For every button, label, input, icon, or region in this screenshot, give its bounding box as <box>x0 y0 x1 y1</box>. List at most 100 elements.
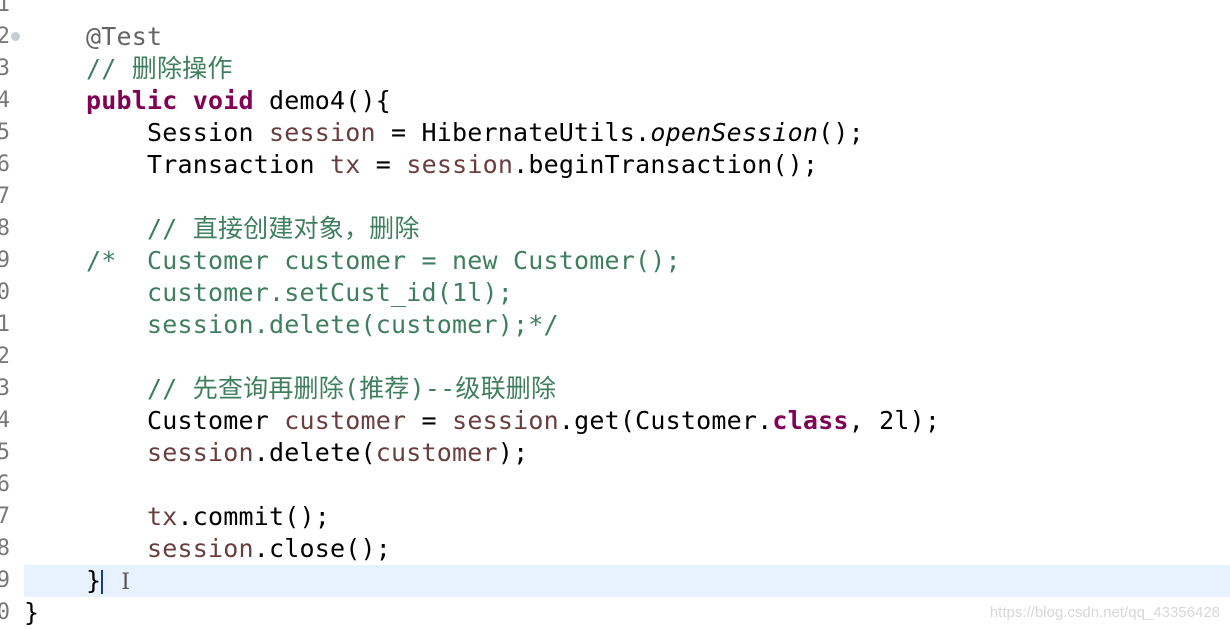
code-token: session <box>147 438 254 467</box>
code-token: @Test <box>86 22 163 51</box>
code-text: session.delete(customer);*/ <box>24 309 559 341</box>
code-line[interactable]: 9} I <box>0 565 1230 597</box>
current-line-highlight <box>24 565 1230 597</box>
code-token: .get(Customer. <box>558 406 773 435</box>
line-number: 5 <box>0 440 10 465</box>
code-text: tx.commit(); <box>24 501 330 533</box>
code-text: Session session = HibernateUtils.openSes… <box>24 117 864 149</box>
code-token: // 直接创建对象，删除 <box>86 214 420 243</box>
line-number: 8 <box>0 536 10 561</box>
code-text: customer.setCust_id(1l); <box>24 277 513 309</box>
code-token: } <box>24 598 40 627</box>
ibeam-cursor-icon: I <box>121 570 131 595</box>
code-token: session <box>269 118 376 147</box>
code-line[interactable]: 6 <box>0 469 1230 501</box>
code-token: .delete( <box>253 438 376 467</box>
code-line[interactable]: 7 tx.commit(); <box>0 501 1230 533</box>
code-token: = <box>406 406 453 435</box>
code-token: .commit(); <box>177 502 331 531</box>
code-token: .close(); <box>253 534 392 563</box>
code-line[interactable]: 6 Transaction tx = session.beginTransact… <box>0 149 1230 181</box>
code-line[interactable]: 7 <box>0 181 1230 213</box>
line-number: 0 <box>0 280 10 305</box>
code-text: Customer customer = session.get(Customer… <box>24 405 940 437</box>
code-token: session <box>406 150 514 179</box>
code-token: Customer <box>86 406 285 435</box>
code-token: = HibernateUtils. <box>375 118 651 147</box>
line-number: 3 <box>0 56 10 81</box>
code-line[interactable]: 2 @Test <box>0 21 1230 53</box>
code-token: tx <box>330 150 361 179</box>
line-number: 3 <box>0 376 10 401</box>
line-number: 9 <box>0 248 10 273</box>
code-text: // 先查询再删除(推荐)--级联删除 <box>24 373 556 405</box>
line-number: 6 <box>0 472 10 497</box>
code-token: tx <box>147 502 178 531</box>
code-line[interactable]: 4 Customer customer = session.get(Custom… <box>0 405 1230 437</box>
code-token: void <box>192 86 254 115</box>
code-line[interactable]: 3 // 删除操作 <box>0 53 1230 85</box>
code-line[interactable]: 1 session.delete(customer);*/ <box>0 309 1230 341</box>
line-number: 0 <box>0 600 10 625</box>
code-token: demo4(){ <box>253 86 392 115</box>
line-number: 7 <box>0 184 10 209</box>
code-token: openSession <box>650 118 819 147</box>
code-line[interactable]: 8 session.close(); <box>0 533 1230 565</box>
line-number: 9 <box>0 568 10 593</box>
code-token: // 删除操作 <box>86 54 233 83</box>
code-line[interactable]: 5 Session session = HibernateUtils.openS… <box>0 117 1230 149</box>
line-number: 7 <box>0 504 10 529</box>
fold-toggle-icon[interactable] <box>11 32 20 41</box>
code-token: session <box>452 406 559 435</box>
code-token: (); <box>818 118 864 147</box>
code-token: .beginTransaction(); <box>513 150 819 179</box>
text-caret <box>101 570 104 594</box>
code-token: // 先查询再删除(推荐)--级联删除 <box>86 374 557 403</box>
code-line[interactable]: 5 session.delete(customer); <box>0 437 1230 469</box>
line-number: 5 <box>0 120 10 145</box>
code-token: Session <box>86 118 270 147</box>
code-token: = <box>360 150 407 179</box>
code-line[interactable]: 3 // 先查询再删除(推荐)--级联删除 <box>0 373 1230 405</box>
code-token: customer <box>375 438 498 467</box>
code-text: } <box>24 597 39 629</box>
line-number: 6 <box>0 152 10 177</box>
code-token: Transaction <box>86 150 331 179</box>
line-number: 4 <box>0 408 10 433</box>
code-token: } <box>86 566 102 595</box>
code-token: customer <box>284 406 407 435</box>
code-line[interactable]: 2 <box>0 341 1230 373</box>
code-text: } I <box>24 565 130 599</box>
code-text: session.delete(customer); <box>24 437 528 469</box>
code-text: public void demo4(){ <box>24 85 391 117</box>
code-line[interactable]: 4 public void demo4(){ <box>0 85 1230 117</box>
code-token: session.delete(customer);*/ <box>86 310 559 339</box>
line-number: 2 <box>0 344 10 369</box>
code-token: customer.setCust_id(1l); <box>86 278 514 307</box>
line-number: 1 <box>0 312 10 337</box>
code-token: public <box>86 86 178 115</box>
code-text: /* Customer customer = new Customer(); <box>24 245 681 277</box>
code-line[interactable]: 1 <box>0 0 1230 21</box>
code-token: class <box>772 406 849 435</box>
code-token: /* Customer customer = new Customer(); <box>86 246 681 275</box>
code-text: session.close(); <box>24 533 391 565</box>
code-line[interactable]: 0 customer.setCust_id(1l); <box>0 277 1230 309</box>
code-text: @Test <box>24 21 162 53</box>
code-token: , 2l); <box>848 406 941 435</box>
line-number: 2 <box>0 24 10 49</box>
code-text: Transaction tx = session.beginTransactio… <box>24 149 818 181</box>
code-line[interactable]: 9 /* Customer customer = new Customer(); <box>0 245 1230 277</box>
line-number: 4 <box>0 88 10 113</box>
watermark: https://blog.csdn.net/qq_43356428 <box>989 604 1220 621</box>
line-number: 8 <box>0 216 10 241</box>
code-token: session <box>147 534 254 563</box>
code-token: ); <box>497 438 529 467</box>
code-line[interactable]: 8 // 直接创建对象，删除 <box>0 213 1230 245</box>
code-text: // 直接创建对象，删除 <box>24 213 420 245</box>
code-text: // 删除操作 <box>24 53 233 85</box>
code-editor[interactable]: 1 2 @Test 3// 删除操作 4 public void demo4(){5 Se… <box>0 0 1230 629</box>
